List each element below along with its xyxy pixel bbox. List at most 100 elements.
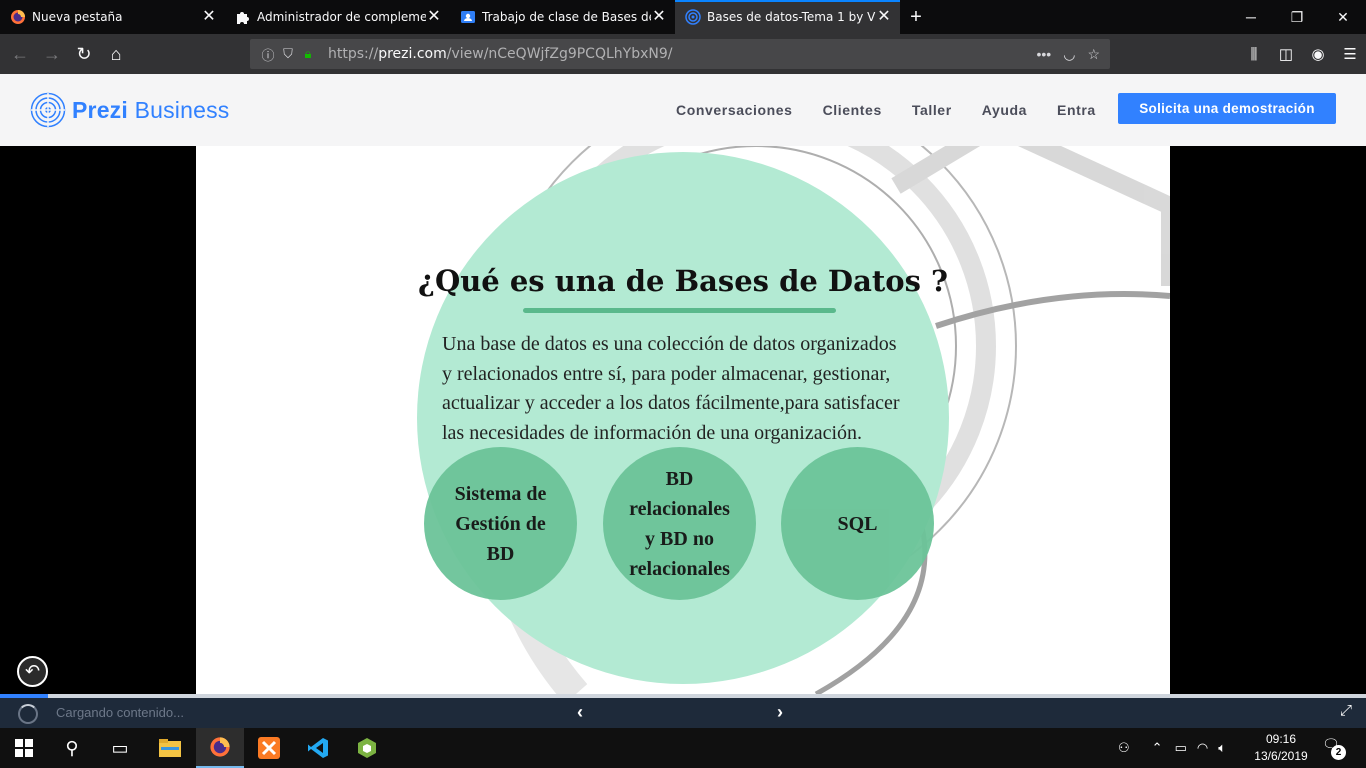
nav-entra[interactable]: Entra [1057,102,1096,118]
url-domain: prezi.com [378,46,447,62]
tracking-shield-icon[interactable]: ⛉ [278,46,298,62]
topic-line: relacionales [629,497,730,520]
wifi-icon[interactable]: ◠ [1197,740,1208,756]
topic-line: y BD no [645,527,714,550]
topic-circle-sgbd[interactable]: Sistema de Gestión de BD [424,447,577,600]
slide-body-text: Una base de datos es una colección de da… [442,330,952,448]
body-line: las necesidades de información de una or… [442,421,863,444]
progress-track [0,694,1366,698]
prezi-icon [685,9,701,25]
lock-icon[interactable]: 🔒︎ [298,46,318,62]
heading-underline [523,308,836,313]
windows-taskbar: ⚲ ▭ ⚇ ⌃ ▭ ◠ 🔈︎ 09:16 13/6/2019 🗨︎ 2 [0,728,1366,768]
minimize-icon[interactable]: ─ [1228,0,1274,34]
vscode-icon[interactable] [294,728,342,768]
tab-trabajo-de-clase[interactable]: Trabajo de clase de Bases de Datos ✕ [450,0,675,34]
topic-circle-bd-relacionales[interactable]: BD relacionales y BD no relacionales [603,447,756,600]
window-close-icon[interactable]: ✕ [1320,0,1366,34]
browser-tab-bar: Nueva pestaña ✕ Administrador de complem… [0,0,1366,34]
tab-title: Administrador de complementos [257,10,426,24]
browser-nav-bar: ← → ↻ ⌂ ⓘ ⛉ 🔒︎ https://prezi.com/view/nC… [0,34,1366,74]
home-icon[interactable]: ⌂ [100,38,132,70]
prezi-logo[interactable]: Prezi Business [30,92,230,128]
topic-line: Sistema de [454,482,547,505]
presentation-stage: ¿Qué es una de Bases de Datos ? Una base… [0,146,1366,694]
forward-icon[interactable]: → [36,38,68,70]
topic-line: relacionales [629,557,730,580]
firefox-icon[interactable] [196,728,244,768]
address-bar[interactable]: ⓘ ⛉ 🔒︎ https://prezi.com/view/nCeQWjfZg9… [250,39,1110,69]
nav-taller[interactable]: Taller [912,102,952,118]
show-hidden-icons-icon[interactable]: ⌃ [1152,740,1163,756]
url-prefix: https:// [328,46,379,62]
firefox-icon [10,9,26,25]
pocket-icon[interactable]: ◡ [1063,46,1075,63]
menu-icon[interactable]: ☰ [1334,38,1366,70]
slide-canvas[interactable]: ¿Qué es una de Bases de Datos ? Una base… [196,146,1170,694]
classroom-icon [460,9,476,25]
topic-line: BD [486,542,515,565]
brand-light: Business [134,96,230,123]
account-icon[interactable]: ◉ [1302,38,1334,70]
battery-icon[interactable]: ▭ [1175,740,1187,756]
previous-step-icon[interactable]: ‹ [577,702,583,723]
close-icon[interactable]: ✕ [651,9,667,25]
info-icon[interactable]: ⓘ [258,45,278,64]
body-line: Una base de datos es una colección de da… [442,333,897,355]
url-path: /view/nCeQWjfZg9PCQLhYbxN9/ [446,46,673,62]
bookmark-star-icon[interactable]: ☆ [1087,46,1100,63]
windows-start-icon[interactable] [0,728,48,768]
player-controls-bar: Cargando contenido... ‹ › ⤢ [0,694,1366,728]
nav-clientes[interactable]: Clientes [823,102,882,118]
nav-conversaciones[interactable]: Conversaciones [676,102,793,118]
topic-line: Gestión de [455,512,546,535]
search-icon[interactable]: ⚲ [48,728,96,768]
clock-date: 13/6/2019 [1254,749,1308,763]
clock-time: 09:16 [1265,732,1297,746]
nav-ayuda[interactable]: Ayuda [982,102,1027,118]
xampp-icon[interactable] [245,728,293,768]
library-icon[interactable]: ⫼ [1238,38,1270,70]
close-icon[interactable]: ✕ [426,9,442,25]
next-step-icon[interactable]: › [777,702,783,723]
loading-spinner-icon [18,704,38,724]
sidebar-icon[interactable]: ◫ [1270,38,1302,70]
tab-title: Bases de datos-Tema 1 by Víctor [707,10,876,24]
tab-bases-de-datos-tema-1[interactable]: Bases de datos-Tema 1 by Víctor ✕ [675,0,900,34]
prezi-nav: Conversaciones Clientes Taller Ayuda Ent… [676,102,1126,118]
file-explorer-icon[interactable] [146,728,194,768]
notification-count-badge: 2 [1331,745,1346,760]
brand-strong: Prezi [72,96,128,123]
topic-line: BD [665,467,694,490]
tab-nueva-pestana[interactable]: Nueva pestaña ✕ [0,0,225,34]
tab-administrador-complementos[interactable]: Administrador de complementos ✕ [225,0,450,34]
prezi-logo-icon [30,92,66,128]
back-icon[interactable]: ← [4,38,36,70]
taskbar-clock[interactable]: 09:16 13/6/2019 [1250,731,1312,765]
close-icon[interactable]: ✕ [876,9,892,25]
fullscreen-icon[interactable]: ⤢ [1340,702,1352,719]
topic-circle-sql[interactable]: SQL [781,447,934,600]
url-text[interactable]: https://prezi.com/view/nCeQWjfZg9PCQLhYb… [328,46,672,62]
notification-center-icon[interactable]: 🗨︎ 2 [1322,736,1346,760]
system-tray: ⚇ ⌃ ▭ ◠ 🔈︎ [1118,728,1226,768]
brand-name: Prezi Business [72,97,230,124]
people-icon[interactable]: ⚇ [1118,740,1130,756]
tab-title: Nueva pestaña [32,10,123,24]
task-view-icon[interactable]: ▭ [96,728,144,768]
body-line: actualizar y acceder a los datos fácilme… [442,392,900,414]
close-icon[interactable]: ✕ [201,9,217,25]
loading-text: Cargando contenido... [56,705,184,720]
body-line: y relacionados entre sí, para poder alma… [442,362,891,385]
request-demo-button[interactable]: Solicita una demostración [1118,93,1336,124]
volume-icon[interactable]: 🔈︎ [1218,740,1226,756]
progress-fill [0,694,48,698]
puzzle-icon [235,9,251,25]
new-tab-button[interactable]: + [900,0,932,34]
page-actions-icon[interactable]: ••• [1037,46,1052,63]
back-arrow-icon[interactable]: ↶ [17,656,48,687]
node-icon[interactable] [343,728,391,768]
restore-icon[interactable]: ❐ [1274,0,1320,34]
slide-heading: ¿Qué es una de Bases de Datos ? [417,264,949,298]
reload-icon[interactable]: ↻ [68,38,100,70]
